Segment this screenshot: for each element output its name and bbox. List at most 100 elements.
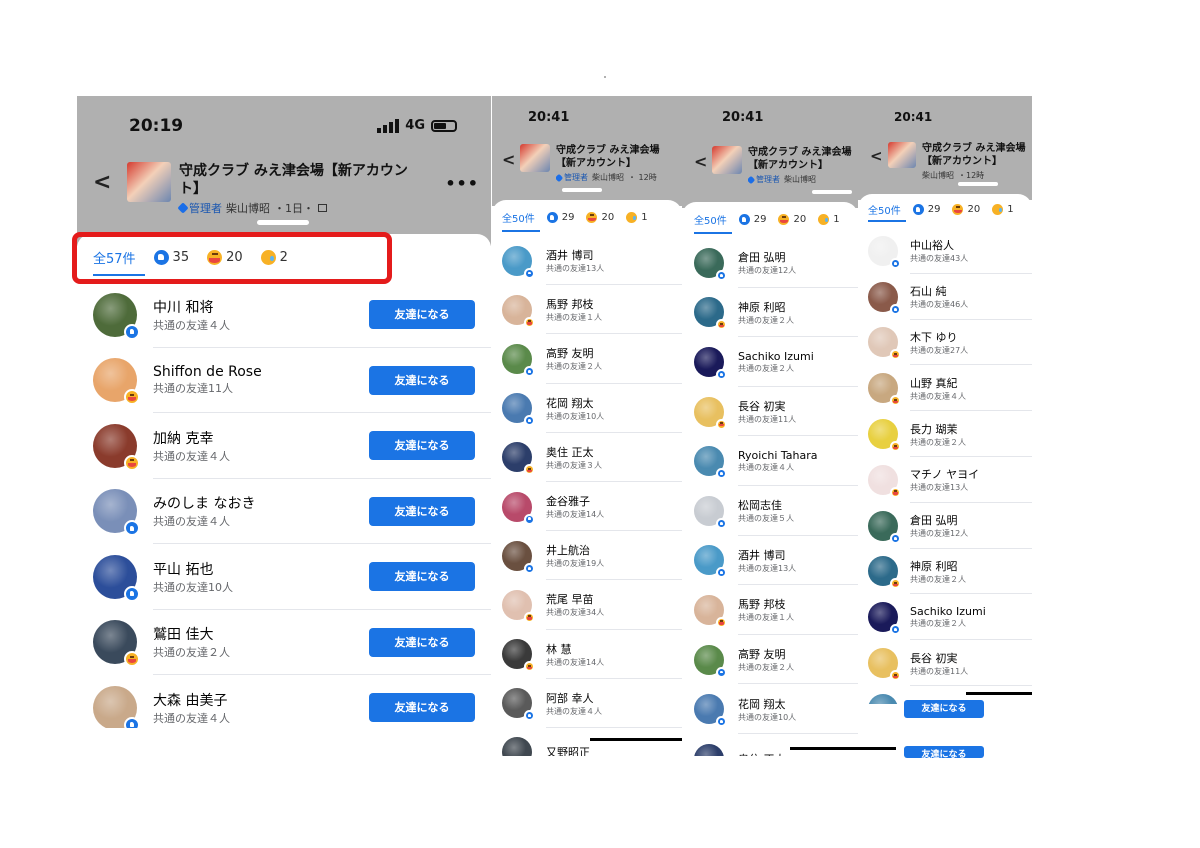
page-thumbnail[interactable] bbox=[888, 142, 916, 168]
avatar[interactable] bbox=[93, 489, 140, 537]
avatar[interactable] bbox=[93, 423, 140, 471]
sheet-handle[interactable] bbox=[812, 190, 852, 194]
tab-all[interactable]: 全50件 bbox=[694, 212, 727, 227]
add-friend-button[interactable]: 友達になる bbox=[904, 746, 984, 758]
add-friend-button[interactable]: 友達になる bbox=[369, 365, 475, 395]
reactor-row[interactable]: 神原 利昭 共通の友達２人 bbox=[858, 549, 1032, 595]
avatar[interactable] bbox=[694, 247, 727, 281]
avatar[interactable] bbox=[93, 554, 140, 602]
reactor-name[interactable]: 神原 利昭 bbox=[910, 558, 1022, 574]
reactor-name[interactable]: 花岡 翔太 bbox=[546, 395, 672, 411]
reactor-row[interactable]: 井上航治 共通の友達19人 bbox=[492, 531, 682, 581]
tab-like[interactable]: 29 bbox=[912, 204, 940, 215]
avatar[interactable] bbox=[694, 446, 727, 480]
reactor-name[interactable]: 酒井 博司 bbox=[546, 247, 672, 263]
post-title[interactable]: 守成クラブ みえ津会場【新アカウント】 bbox=[922, 142, 1030, 168]
avatar[interactable] bbox=[93, 358, 140, 406]
reactor-row[interactable]: 奥住 正太 bbox=[682, 734, 858, 756]
reactor-name[interactable]: 林 慧 bbox=[546, 641, 672, 657]
reactor-name[interactable]: 高野 友明 bbox=[738, 646, 846, 662]
avatar[interactable] bbox=[868, 464, 901, 498]
reactor-row[interactable]: 荒尾 早苗 共通の友達34人 bbox=[492, 580, 682, 630]
reactor-row[interactable]: 高野 友明 共通の友達２人 bbox=[682, 635, 858, 685]
post-author[interactable]: 柴山博昭 bbox=[784, 174, 816, 185]
tab-care[interactable]: 20 bbox=[586, 212, 614, 223]
reactor-name[interactable]: マチノ ヤヨイ bbox=[910, 466, 1022, 482]
avatar[interactable] bbox=[502, 639, 535, 673]
reactor-name[interactable]: 中山裕人 bbox=[910, 237, 1022, 253]
avatar[interactable] bbox=[868, 419, 901, 453]
back-icon[interactable]: < bbox=[870, 147, 888, 165]
reactor-row[interactable]: 又野昭正 bbox=[492, 728, 682, 756]
reactor-name[interactable]: 金谷雅子 bbox=[546, 493, 672, 509]
tab-sad[interactable]: 1 bbox=[626, 212, 648, 223]
sheet-handle[interactable] bbox=[958, 182, 998, 186]
reactor-row[interactable]: 酒井 博司 共通の友達13人 bbox=[682, 536, 858, 586]
reactor-name[interactable]: 長谷 初実 bbox=[910, 650, 1022, 666]
avatar[interactable] bbox=[93, 685, 140, 728]
back-icon[interactable]: < bbox=[502, 150, 520, 169]
reactor-name[interactable]: 阿部 幸人 bbox=[546, 690, 672, 706]
reactor-name[interactable]: 山野 真紀 bbox=[910, 375, 1022, 391]
post-author[interactable]: 柴山博昭 bbox=[922, 170, 954, 181]
add-friend-button[interactable]: 友達になる bbox=[369, 496, 475, 526]
reactor-name[interactable]: 長力 瑚茉 bbox=[910, 421, 1022, 437]
reactor-name[interactable]: 鷲田 佳大 bbox=[153, 624, 353, 644]
reactor-name[interactable]: Sachiko Izumi bbox=[738, 350, 846, 363]
avatar[interactable] bbox=[93, 292, 140, 340]
avatar[interactable] bbox=[868, 510, 901, 544]
reactor-row[interactable]: 阿部 幸人 共通の友達４人 bbox=[492, 679, 682, 728]
reactor-row[interactable]: Sachiko Izumi 共通の友達２人 bbox=[858, 594, 1032, 641]
post-title[interactable]: 守成クラブ みえ津会場【新アカウント】 bbox=[556, 144, 676, 170]
reactor-name[interactable]: 花岡 翔太 bbox=[738, 696, 846, 712]
page-thumbnail[interactable] bbox=[712, 146, 742, 174]
reactor-row[interactable]: 中川 和将 共通の友達４人 友達になる bbox=[77, 282, 491, 348]
reactor-row[interactable]: 花岡 翔太 共通の友達10人 bbox=[682, 684, 858, 734]
reactor-row[interactable]: Ryoichi Tahara 共通の友達４人 bbox=[682, 436, 858, 486]
avatar[interactable] bbox=[694, 743, 724, 756]
reactor-name[interactable]: 荒尾 早苗 bbox=[546, 591, 672, 607]
avatar[interactable] bbox=[694, 396, 727, 430]
add-friend-button[interactable]: 友達になる bbox=[369, 693, 475, 723]
avatar[interactable] bbox=[868, 373, 901, 407]
tab-sad[interactable]: 1 bbox=[818, 214, 840, 225]
reactor-row[interactable]: 金谷雅子 共通の友達14人 bbox=[492, 482, 682, 532]
reactor-name[interactable]: 松岡志佳 bbox=[738, 497, 846, 513]
add-friend-button[interactable]: 友達になる bbox=[369, 562, 475, 592]
avatar[interactable] bbox=[868, 648, 901, 682]
reactor-row[interactable]: 木下 ゆり 共通の友達27人 bbox=[858, 320, 1032, 366]
post-title[interactable]: 守成クラブ みえ津会場【新アカウント】 bbox=[748, 146, 856, 172]
tab-like[interactable]: 29 bbox=[546, 212, 574, 223]
avatar[interactable] bbox=[502, 343, 535, 377]
reactor-row[interactable]: みのしま なおき 共通の友達４人 友達になる bbox=[77, 479, 491, 544]
tab-all[interactable]: 全50件 bbox=[502, 210, 535, 225]
avatar[interactable] bbox=[868, 693, 898, 704]
reactor-row[interactable]: Sachiko Izumi 共通の友達２人 bbox=[682, 337, 858, 387]
reactor-name[interactable]: 中川 和将 bbox=[153, 297, 353, 317]
avatar[interactable] bbox=[868, 602, 901, 636]
more-options-icon[interactable]: ••• bbox=[445, 174, 479, 193]
reactor-row[interactable]: 加納 克幸 共通の友達４人 友達になる bbox=[77, 413, 491, 479]
reactor-name[interactable]: Ryoichi Tahara bbox=[738, 449, 846, 462]
reactor-name[interactable]: 加納 克幸 bbox=[153, 428, 353, 448]
sheet-handle[interactable] bbox=[562, 188, 602, 192]
reactor-row[interactable]: マチノ ヤヨイ 共通の友達13人 bbox=[858, 457, 1032, 503]
reactor-row[interactable]: 山野 真紀 共通の友達４人 bbox=[858, 365, 1032, 412]
reactor-row[interactable]: 平山 拓也 共通の友達10人 友達になる bbox=[77, 544, 491, 610]
reactor-name[interactable]: 神原 利昭 bbox=[738, 299, 846, 315]
avatar[interactable] bbox=[93, 620, 140, 668]
add-friend-button[interactable]: 友達になる bbox=[369, 627, 475, 657]
reactor-row[interactable]: 大森 由美子 共通の友達４人 友達になる bbox=[77, 675, 491, 728]
avatar[interactable] bbox=[502, 540, 535, 574]
tab-care[interactable]: 20 bbox=[952, 204, 980, 215]
tab-like[interactable]: 29 bbox=[738, 214, 766, 225]
reactor-name[interactable]: 馬野 邦枝 bbox=[738, 596, 846, 612]
sheet-handle[interactable] bbox=[257, 220, 309, 225]
avatar[interactable] bbox=[502, 737, 532, 756]
page-thumbnail[interactable] bbox=[520, 144, 550, 172]
reactor-name[interactable]: 木下 ゆり bbox=[910, 329, 1022, 345]
reactor-row[interactable]: 石山 純共通の友達46人 bbox=[858, 274, 1032, 320]
reactor-name[interactable]: 大森 由美子 bbox=[153, 690, 353, 710]
reactor-name[interactable]: みのしま なおき bbox=[153, 493, 353, 513]
avatar[interactable] bbox=[868, 281, 901, 315]
